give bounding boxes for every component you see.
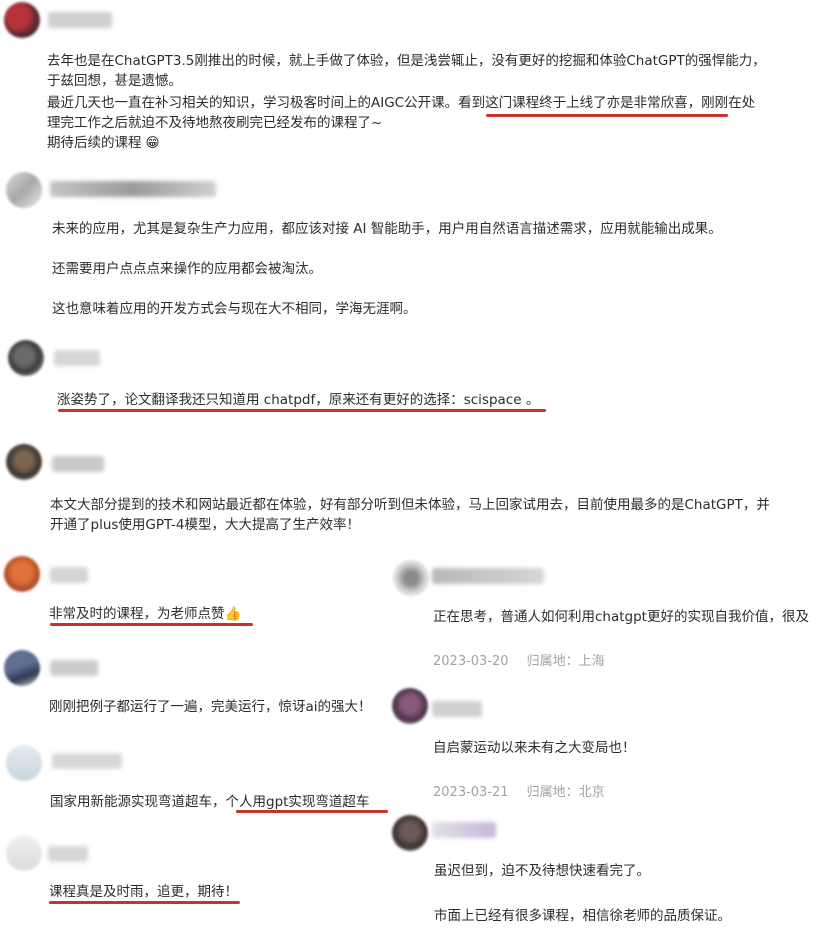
user-avatar-2[interactable] <box>6 172 42 208</box>
comment-10-date: 2023-03-21 <box>433 785 509 800</box>
username-blurred-11[interactable] <box>432 822 496 838</box>
comment-1-line-2: 于兹回想，甚是遗憾。 <box>47 73 182 89</box>
user-avatar-7[interactable] <box>6 745 42 781</box>
comment-1-line-5: 期待后续的课程 😁 <box>47 133 160 154</box>
user-avatar-8[interactable] <box>6 835 42 871</box>
location-label: 归属地： <box>526 785 579 800</box>
comment-screenshot-collage: 去年也是在ChatGPT3.5刚推出的时候，就上手做了体验，但是浅尝辄止，没有更… <box>0 0 821 931</box>
comment-1-line-4: 理完工作之后就迫不及待地熬夜刷完已经发布的课程了~ <box>47 115 383 131</box>
comment-10-meta: 2023-03-21 归属地：北京 <box>433 781 605 800</box>
username-blurred-8[interactable] <box>48 846 88 862</box>
user-avatar-1[interactable] <box>4 2 40 38</box>
comment-4-line-2: 开通了plus使用GPT-4模型，大大提高了生产效率！ <box>50 517 360 533</box>
comment-1-line-1: 去年也是在ChatGPT3.5刚推出的时候，就上手做了体验，但是浅尝辄止，没有更… <box>47 53 766 69</box>
comment-9-meta: 2023-03-20 归属地：上海 <box>433 650 605 669</box>
highlight-underline <box>50 623 253 626</box>
highlight-underline <box>49 901 240 904</box>
thumbs-up-emoji-icon: 👍 <box>224 606 242 622</box>
highlight-underline <box>58 409 546 412</box>
comment-9-line-1: 正在思考，普通人如何利用chatgpt更好的实现自我价值，很及 <box>433 609 809 625</box>
comment-5-text: 非常及时的课程，为老师点赞 <box>49 606 225 622</box>
comment-2-line-2: 还需要用户点点点来操作的应用都会被淘汰。 <box>52 261 322 277</box>
comment-10-location: 北京 <box>578 785 605 800</box>
username-blurred-3[interactable] <box>54 350 100 366</box>
user-avatar-9[interactable] <box>393 560 429 596</box>
highlight-underline <box>236 810 388 813</box>
comment-8-line-1: 课程真是及时雨，追更，期待！ <box>49 884 238 900</box>
comment-5-line-1: 非常及时的课程，为老师点赞👍 <box>49 604 241 625</box>
comment-6-line-1: 刚刚把例子都运行了一遍，完美运行，惊讶ai的强大！ <box>49 699 372 715</box>
username-blurred-5[interactable] <box>50 567 88 583</box>
user-avatar-11[interactable] <box>392 815 428 851</box>
user-avatar-4[interactable] <box>6 444 42 480</box>
comment-2-line-1: 未来的应用，尤其是复杂生产力应用，都应该对接 AI 智能助手，用户用自然语言描述… <box>52 221 722 237</box>
username-blurred-4[interactable] <box>52 456 104 472</box>
user-avatar-5[interactable] <box>4 556 40 592</box>
comment-10-line-1: 自启蒙运动以来未有之大变局也！ <box>433 740 636 756</box>
comment-11-line-1: 虽迟但到，迫不及待想快速看完了。 <box>434 863 650 879</box>
user-avatar-3[interactable] <box>8 340 44 376</box>
username-blurred-10[interactable] <box>432 701 482 717</box>
comment-3-line-1: 涨姿势了，论文翻译我还只知道用 chatpdf，原来还有更好的选择：scispa… <box>57 392 540 408</box>
highlight-underline <box>486 114 728 117</box>
comment-1-line-3: 最近几天也一直在补习相关的知识，学习极客时间上的AIGC公开课。看到这门课程终于… <box>47 95 756 111</box>
username-blurred-1[interactable] <box>48 12 112 28</box>
location-label: 归属地： <box>526 654 579 669</box>
comment-1-line-5-text: 期待后续的课程 <box>47 135 142 151</box>
user-avatar-10[interactable] <box>392 688 428 724</box>
username-blurred-7[interactable] <box>52 753 122 769</box>
user-avatar-6[interactable] <box>4 650 40 686</box>
comment-4-line-1: 本文大部分提到的技术和网站最近都在体验，好有部分听到但未体验，马上回家试用去，目… <box>50 497 770 513</box>
comment-2-line-3: 这也意味着应用的开发方式会与现在大不相同，学海无涯啊。 <box>52 301 417 317</box>
comment-11-line-2: 市面上已经有很多课程，相信徐老师的品质保证。 <box>434 908 731 924</box>
comment-9-date: 2023-03-20 <box>433 654 509 669</box>
comment-9-location: 上海 <box>578 654 605 669</box>
username-blurred-9[interactable] <box>432 568 544 584</box>
username-blurred-6[interactable] <box>50 660 98 676</box>
grin-emoji-icon: 😁 <box>145 135 160 151</box>
username-blurred-2[interactable] <box>50 181 216 197</box>
